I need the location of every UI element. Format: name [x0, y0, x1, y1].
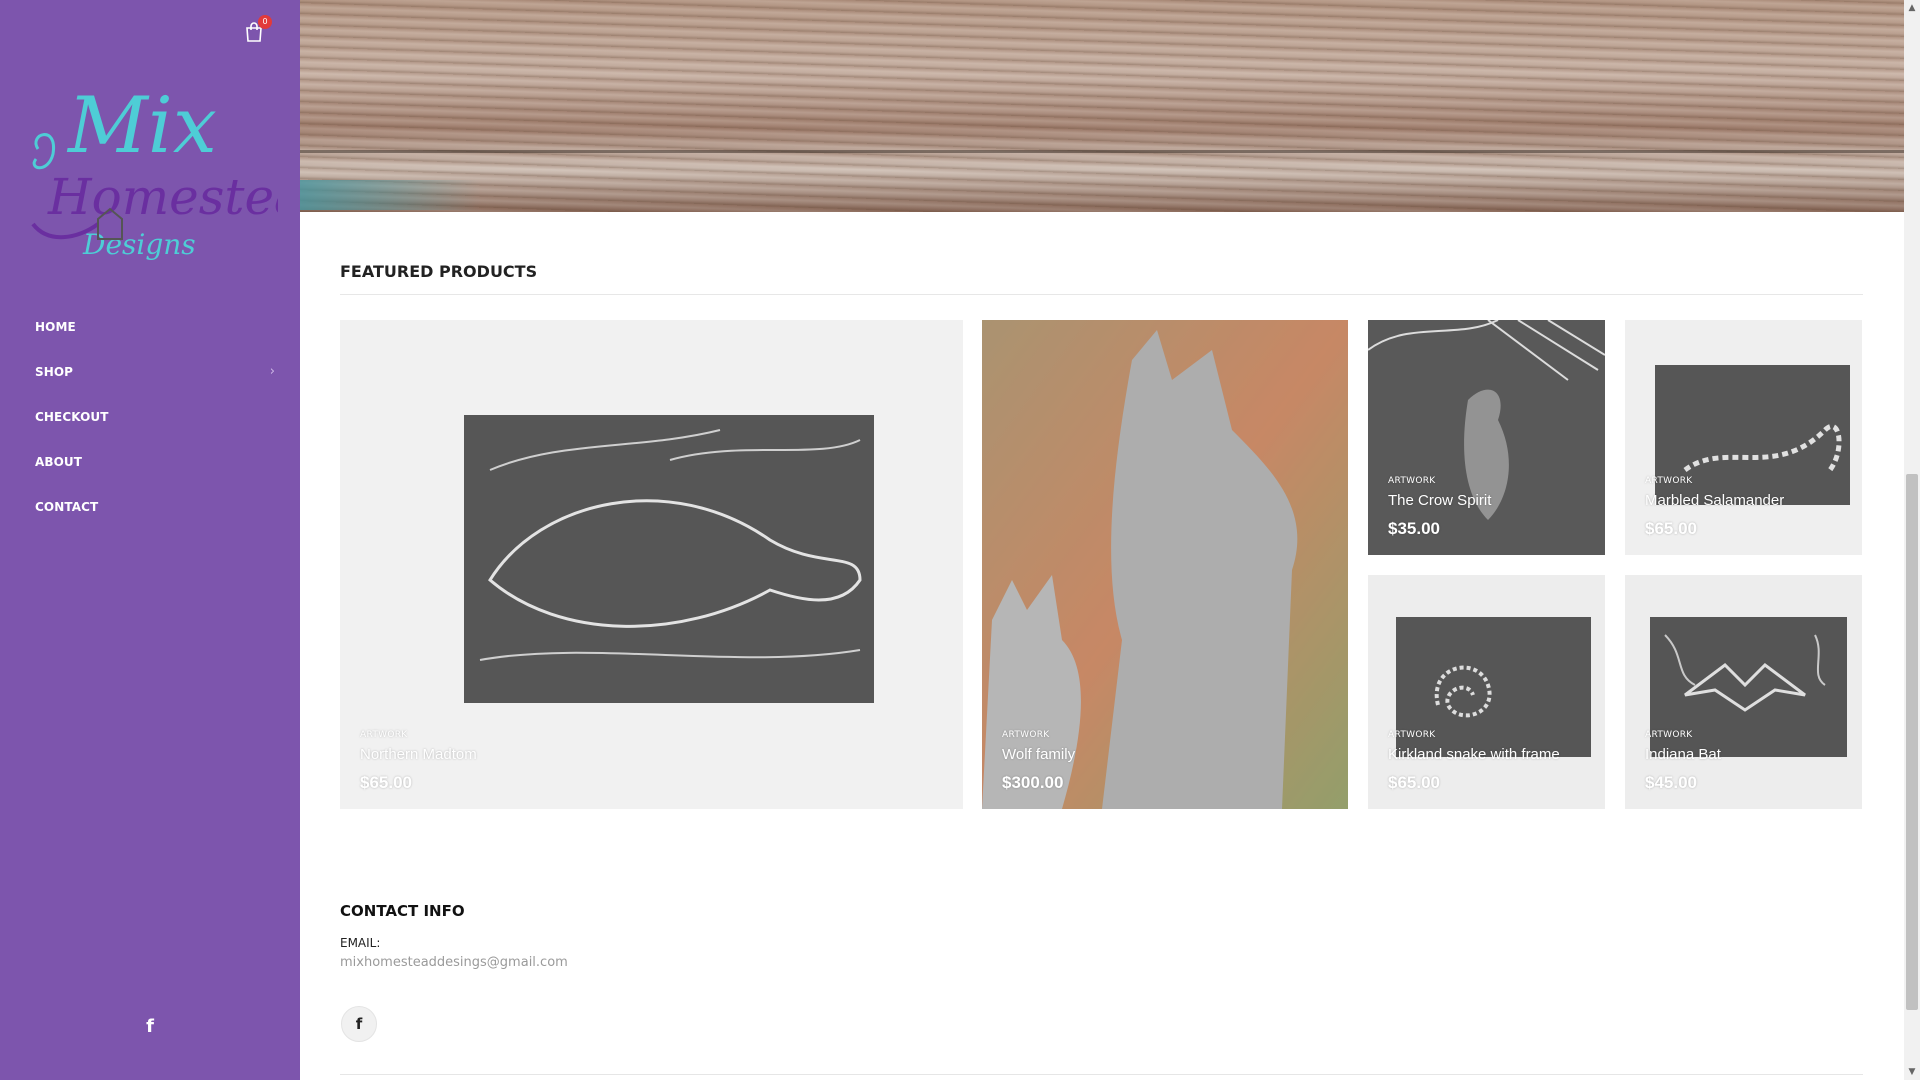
nav-label-contact: CONTACT: [35, 499, 99, 514]
product-card-northern-madtom[interactable]: ARTWORK Northern Madtom $65.00: [340, 320, 963, 809]
logo-text-designs: Designs: [82, 228, 196, 261]
email-link[interactable]: mixhomesteaddesings@gmail.com: [340, 955, 568, 970]
product-meta: ARTWORK Indiana Bat $45.00: [1645, 730, 1721, 793]
product-name[interactable]: Wolf family: [1002, 746, 1075, 763]
product-name[interactable]: The Crow Spirit: [1388, 492, 1491, 509]
product-category: ARTWORK: [360, 730, 408, 740]
product-price: $300.00: [1002, 773, 1064, 792]
product-meta: ARTWORK The Crow Spirit $35.00: [1388, 476, 1491, 539]
scrollbar-thumb[interactable]: [1906, 474, 1918, 1010]
scroll-up-arrow-icon[interactable]: ▲: [1904, 0, 1920, 16]
hero-banner-image: [300, 0, 1904, 212]
product-category: ARTWORK: [1388, 476, 1436, 486]
scroll-down-arrow-icon[interactable]: ▼: [1904, 1064, 1920, 1080]
product-name[interactable]: Marbled Salamander: [1645, 492, 1784, 509]
product-category: ARTWORK: [1645, 730, 1693, 740]
logo-text-mix: Mix: [66, 81, 217, 171]
product-card-marbled-salamander[interactable]: ARTWORK Marbled Salamander $65.00: [1625, 320, 1862, 555]
product-name[interactable]: Northern Madtom: [360, 746, 477, 763]
site-logo[interactable]: Mix Homestead Designs: [28, 74, 278, 274]
nav-item-checkout[interactable]: CHECKOUT: [35, 394, 275, 439]
product-meta: ARTWORK Wolf family $300.00: [1002, 730, 1075, 793]
cart-count-badge: 0: [258, 15, 272, 29]
facebook-icon[interactable]: f: [341, 1006, 377, 1042]
nav-item-about[interactable]: ABOUT: [35, 439, 275, 484]
nav-label-about: ABOUT: [35, 454, 83, 469]
product-price: $65.00: [1388, 773, 1440, 792]
facebook-icon[interactable]: f: [140, 1016, 160, 1040]
product-price: $65.00: [1645, 519, 1697, 538]
product-card-indiana-bat[interactable]: ARTWORK Indiana Bat $45.00: [1625, 575, 1862, 809]
chevron-right-icon[interactable]: ›: [270, 364, 275, 379]
nav-label-checkout: CHECKOUT: [35, 409, 109, 424]
nav-label-home: HOME: [35, 319, 76, 334]
product-price: $65.00: [360, 773, 412, 792]
product-meta: ARTWORK Northern Madtom $65.00: [360, 730, 477, 793]
nav-item-shop[interactable]: SHOP ›: [35, 349, 275, 394]
nav-label-shop: SHOP: [35, 364, 74, 379]
hero-teal-stain: [300, 180, 480, 210]
sidebar-nav: HOME SHOP › CHECKOUT ABOUT CONTACT: [35, 304, 275, 529]
product-card-wolf-family[interactable]: ARTWORK Wolf family $300.00: [982, 320, 1348, 809]
product-meta: ARTWORK Marbled Salamander $65.00: [1645, 476, 1784, 539]
product-category: ARTWORK: [1002, 730, 1050, 740]
nav-item-home[interactable]: HOME: [35, 304, 275, 349]
contact-info-heading: CONTACT INFO: [340, 902, 465, 920]
product-card-the-crow-spirit[interactable]: ARTWORK The Crow Spirit $35.00: [1368, 320, 1605, 555]
product-name[interactable]: Kirkland snake with frame: [1388, 746, 1560, 763]
section-divider: [340, 294, 1863, 295]
product-price: $35.00: [1388, 519, 1440, 538]
product-category: ARTWORK: [1645, 476, 1693, 486]
featured-products-heading: FEATURED PRODUCTS: [340, 262, 538, 281]
product-name[interactable]: Indiana Bat: [1645, 746, 1721, 763]
product-category: ARTWORK: [1388, 730, 1436, 740]
email-label: EMAIL:: [340, 936, 381, 950]
product-card-kirkland-snake[interactable]: ARTWORK Kirkland snake with frame $65.00: [1368, 575, 1605, 809]
product-price: $45.00: [1645, 773, 1697, 792]
logo-text-homestead: Homestead: [47, 168, 278, 226]
footer-divider: [340, 1074, 1863, 1075]
product-meta: ARTWORK Kirkland snake with frame $65.00: [1388, 730, 1560, 793]
hero-board-seam: [300, 150, 1904, 153]
nav-item-contact[interactable]: CONTACT: [35, 484, 275, 529]
